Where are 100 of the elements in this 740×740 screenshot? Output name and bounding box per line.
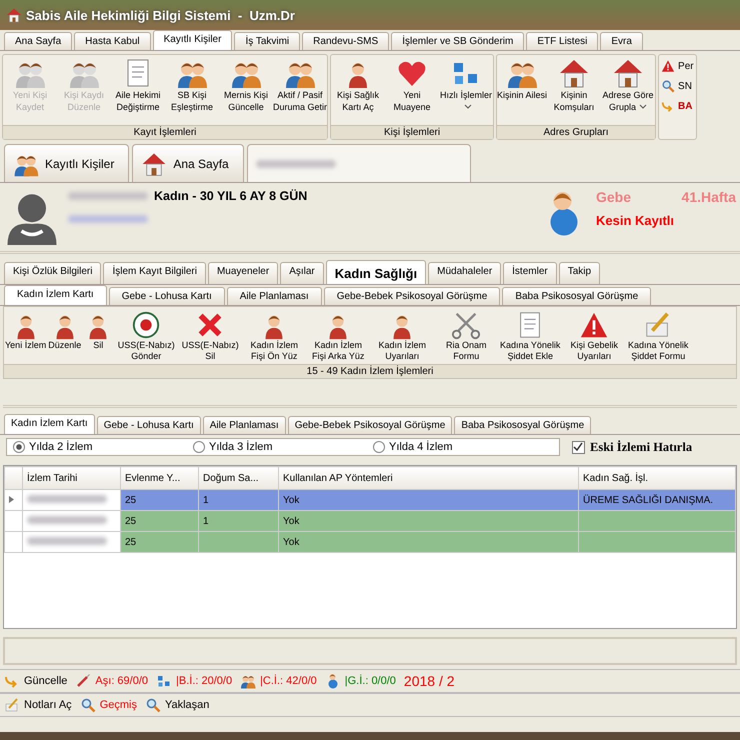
table-cell: Yok (283, 494, 300, 506)
patient-age: Kadın - 30 YIL 6 AY 8 GÜN (154, 189, 308, 203)
scissors-icon (451, 310, 482, 340)
ribbon-button[interactable]: Per (661, 59, 694, 73)
tool-button[interactable]: Kadına Yönelik Şiddet Ekle (498, 307, 562, 364)
status-item: |C.İ.: 42/0/0 (240, 673, 317, 689)
search-icon (144, 697, 161, 713)
column-header[interactable]: Evlenme Y... (120, 466, 198, 490)
table-cell: 25 (125, 536, 136, 548)
main-tab[interactable]: Kayıtlı Kişiler (152, 30, 232, 50)
card-tab[interactable]: Aile Planlaması (202, 416, 286, 434)
search-icon (661, 79, 676, 93)
tool-button[interactable]: USS(E-Nabız) Sil (178, 307, 242, 364)
ribbon-button[interactable]: Adrese Göre Grupla (601, 55, 656, 125)
table-cell: 25 (125, 494, 136, 506)
column-header[interactable]: Kullanılan AP Yöntemleri (278, 466, 578, 490)
radio-button[interactable] (373, 441, 385, 453)
tool-button[interactable]: Kadın İzlem Fişi Ön Yüz (242, 307, 306, 364)
house-icon (558, 57, 590, 89)
tool-button[interactable]: Kişi Gebelik Uyarıları (562, 307, 626, 364)
table-cell: Yok (283, 536, 300, 548)
patient-tab[interactable]: Kadın Sağlığı (326, 260, 426, 284)
status-item[interactable]: Güncelle (4, 673, 68, 689)
ribbon-button[interactable]: Mernis Kişi Güncelle (219, 55, 273, 125)
ribbon-button[interactable]: BA (661, 99, 694, 113)
house-icon (141, 150, 168, 176)
group-title: Kayıt İşlemleri (3, 125, 327, 139)
status-item: 2018 / 2 (404, 673, 455, 689)
card-tab[interactable]: Gebe - Lohusa Kartı (96, 416, 201, 434)
pregnancy-week: 41.Hafta (682, 189, 736, 205)
bottom-link[interactable]: Notları Aç (4, 697, 72, 713)
ribbon-button[interactable]: Yeni Muayene (385, 55, 439, 125)
sub-tab[interactable]: Aile Planlaması (226, 287, 322, 305)
radio-option[interactable]: Yılda 4 İzlem (373, 441, 553, 453)
status-item: |B.İ.: 20/0/0 (156, 673, 232, 689)
tool-button[interactable]: Düzenle (47, 307, 82, 364)
ribbon-button[interactable]: Kişi Sağlık Kartı Aç (331, 55, 385, 125)
house-icon (6, 7, 22, 23)
table-cell: 25 (125, 516, 136, 526)
group-title: Adres Grupları (497, 125, 656, 139)
patient-tab[interactable]: Takip (558, 262, 600, 284)
tool-button[interactable]: Sil (82, 307, 114, 364)
people-icon (240, 673, 256, 689)
sub-tab[interactable]: Baba Psikososyal Görüşme (502, 287, 652, 305)
main-tab[interactable]: Evra (600, 32, 643, 50)
ribbon-button[interactable]: Hızlı İşlemler (439, 55, 493, 125)
tool-button[interactable]: Ria Onam Formu (434, 307, 498, 364)
status-item: Aşı: 69/0/0 (75, 673, 148, 689)
patient-tab[interactable]: İşlem Kayıt Bilgileri (103, 262, 206, 284)
ribbon-button[interactable]: Kişinin Komşuları (547, 55, 602, 125)
ribbon-button[interactable]: Aile Hekimi Değiştirme (111, 55, 165, 125)
tool-button[interactable]: Kadın İzlem Uyarıları (370, 307, 434, 364)
patient-tab[interactable]: İstemler (503, 262, 557, 284)
radio-button[interactable] (193, 441, 205, 453)
radio-option[interactable]: Yılda 2 İzlem (13, 441, 193, 453)
checkbox[interactable] (572, 440, 585, 454)
group-title: Kişi İşlemleri (331, 125, 493, 139)
patient-tab[interactable]: Müdahaleler (428, 262, 502, 284)
ribbon-button[interactable]: SB Kişi Eşleştirme (165, 55, 219, 125)
table-cell: ÜREME SAĞLIĞI DANIŞMA. (583, 494, 714, 506)
tool-button[interactable]: USS(E-Nabız) Gönder (114, 307, 178, 364)
card-tab[interactable]: Gebe-Bebek Psikosoyal Görüşme (288, 416, 452, 434)
radio-button[interactable] (13, 441, 25, 453)
table-row[interactable]: 25 Yok (4, 532, 736, 552)
main-tab[interactable]: Hasta Kabul (74, 32, 151, 50)
card-tab[interactable]: Kadın İzlem Kartı (4, 414, 95, 434)
ribbon-button[interactable]: Aktif / Pasif Duruma Getir (273, 55, 327, 125)
sub-tab[interactable]: Kadın İzlem Kartı (4, 285, 107, 305)
main-tab[interactable]: Randevu-SMS (302, 32, 390, 50)
pencil-icon (4, 697, 20, 713)
card-tab[interactable]: Baba Psikososyal Görüşme (454, 416, 592, 434)
document-tab[interactable] (246, 144, 471, 182)
main-tab[interactable]: Ana Sayfa (4, 32, 72, 50)
ribbon-button[interactable]: Kişinin Ailesi (497, 55, 548, 125)
group-title: 15 - 49 Kadın İzlem İşlemleri (4, 364, 736, 378)
sub-tab[interactable]: Gebe-Bebek Psikosoyal Görüşme (324, 287, 500, 305)
document-tab[interactable]: Ana Sayfa (132, 144, 244, 182)
checkbox-option[interactable]: Eski İzlemi Hatırla (572, 440, 692, 454)
table-row[interactable]: 25 1 Yok ÜREME SAĞLIĞI DANIŞMA. (4, 490, 736, 510)
column-header[interactable]: Doğum Sa... (198, 466, 278, 490)
patient-tab[interactable]: Aşılar (280, 262, 324, 284)
main-tab[interactable]: İş Takvimi (234, 32, 300, 50)
window-title: Sabis Aile Hekimliği Bilgi Sistemi - Uzm.Dr (26, 8, 295, 22)
main-tab[interactable]: İşlemler ve SB Gönderim (391, 32, 524, 50)
tool-button[interactable]: Yeni İzlem (4, 307, 48, 364)
column-header[interactable]: İzlem Tarihi (22, 466, 120, 490)
column-header[interactable]: Kadın Sağ. İşl. (578, 466, 736, 490)
table-row[interactable]: 25 1 Yok (4, 510, 736, 532)
bottom-link[interactable]: Yaklaşan (144, 697, 210, 713)
patient-tab[interactable]: Kişi Özlük Bilgileri (4, 262, 102, 284)
warning-icon (661, 59, 676, 73)
tool-button[interactable]: Kadın İzlem Fişi Arka Yüz (306, 307, 370, 364)
tool-button[interactable]: Kadına Yönelik Şiddet Formu (626, 307, 690, 364)
table-cell: 1 (203, 516, 209, 526)
sub-tab[interactable]: Gebe - Lohusa Kartı (108, 287, 225, 305)
patient-tab[interactable]: Muayeneler (208, 262, 278, 284)
document-tab[interactable]: Kayıtlı Kişiler (4, 144, 130, 182)
main-tab[interactable]: ETF Listesi (526, 32, 598, 50)
ribbon-button[interactable]: SN (661, 79, 694, 93)
radio-option[interactable]: Yılda 3 İzlem (193, 441, 373, 453)
